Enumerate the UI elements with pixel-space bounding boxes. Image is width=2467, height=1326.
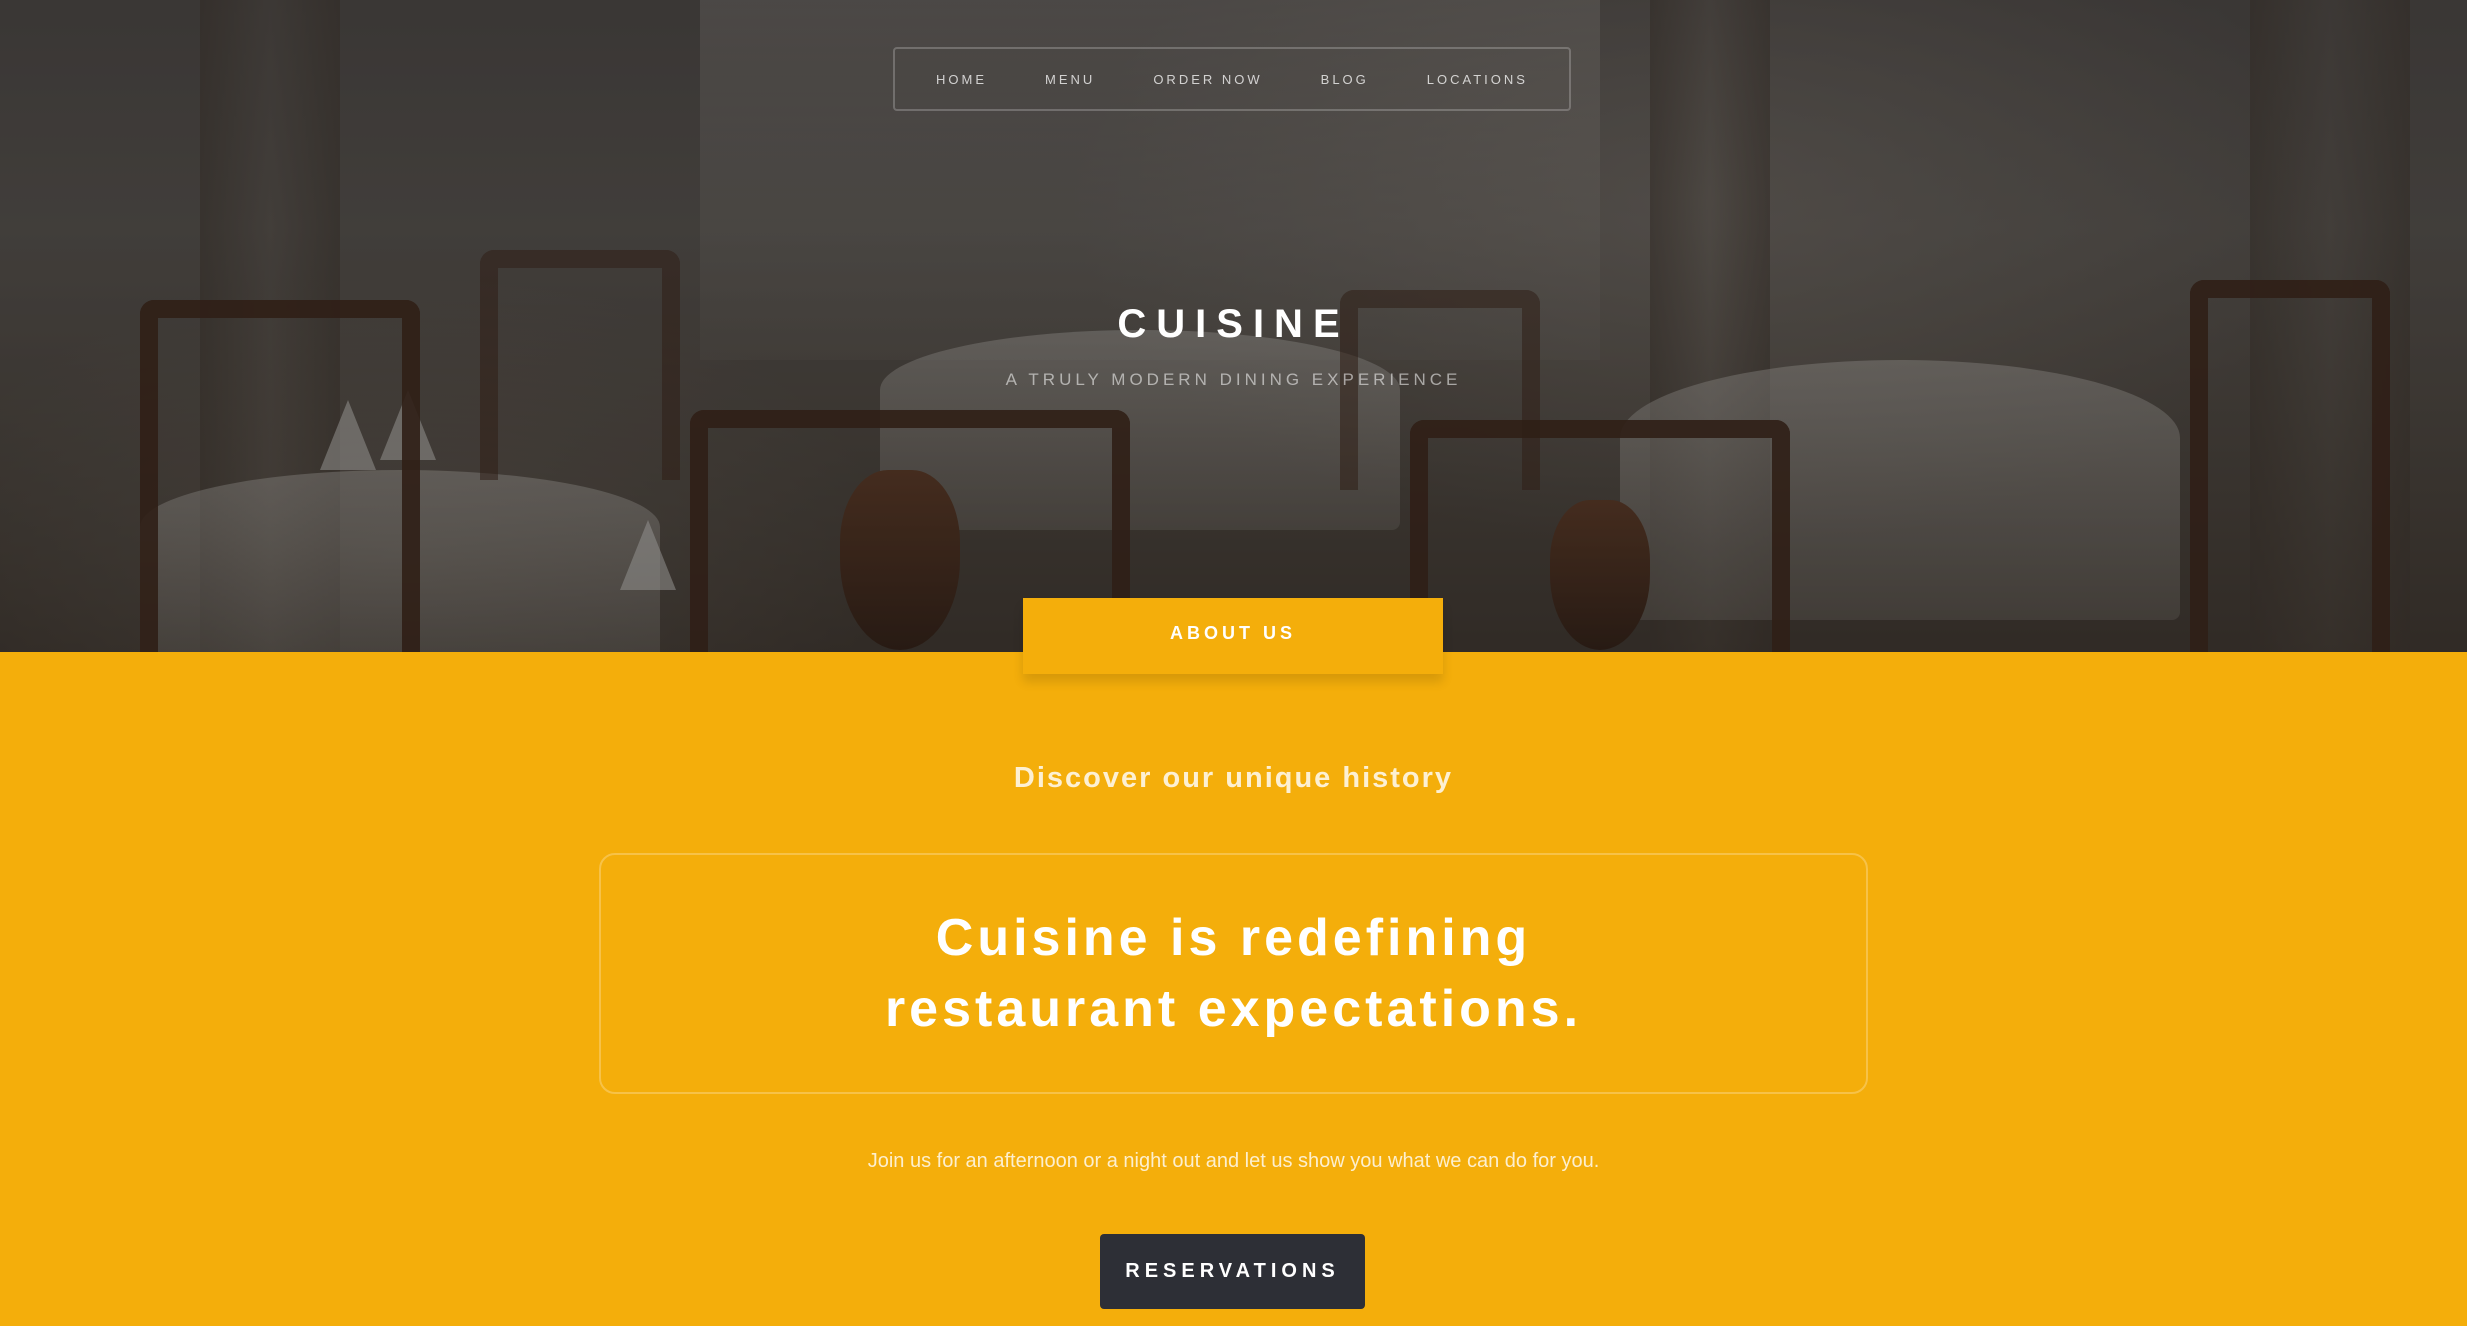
nav-item-home[interactable]: HOME: [936, 72, 987, 87]
about-subtitle: Discover our unique history: [1013, 762, 1454, 794]
nav-item-menu[interactable]: MENU: [1045, 72, 1095, 87]
quote-box: Cuisine is redefining restaurant expecta…: [599, 853, 1868, 1094]
main-navigation: HOME MENU ORDER NOW BLOG LOCATIONS: [893, 47, 1571, 111]
quote-text: Cuisine is redefining restaurant expecta…: [884, 908, 1583, 1038]
about-section: Discover our unique history Cuisine is r…: [0, 652, 2467, 1326]
hero-section: HOME MENU ORDER NOW BLOG LOCATIONS CUISI…: [0, 0, 2467, 652]
reservations-button[interactable]: RESERVATIONS: [1100, 1234, 1365, 1309]
about-body-text: Join us for an afternoon or a night out …: [867, 1150, 1600, 1172]
nav-item-blog[interactable]: BLOG: [1321, 72, 1369, 87]
site-title: CUISINE: [1117, 302, 1350, 346]
nav-item-locations[interactable]: LOCATIONS: [1427, 72, 1528, 87]
nav-item-order-now[interactable]: ORDER NOW: [1153, 72, 1262, 87]
site-tagline: A TRULY MODERN DINING EXPERIENCE: [1005, 370, 1462, 389]
about-us-tab[interactable]: ABOUT US: [1023, 598, 1443, 674]
